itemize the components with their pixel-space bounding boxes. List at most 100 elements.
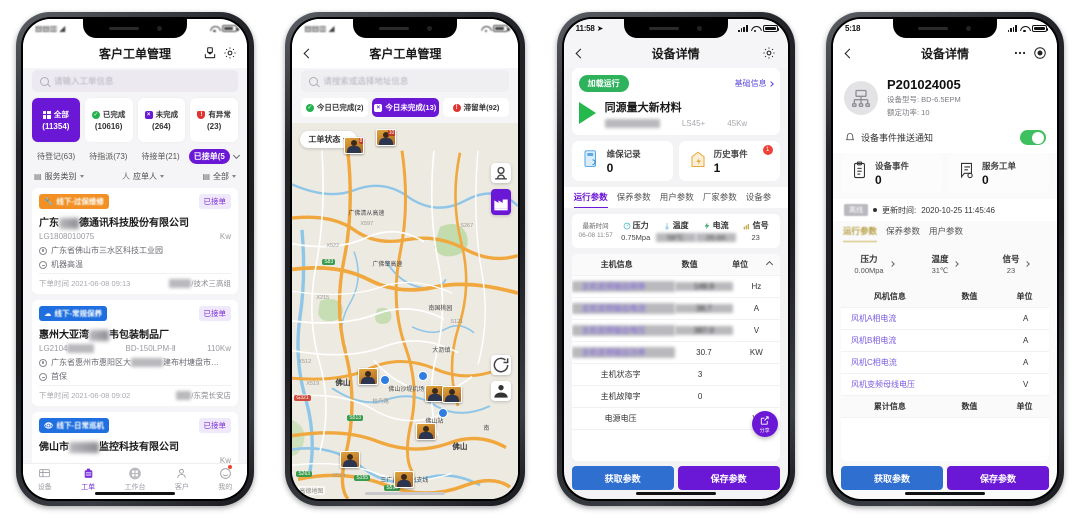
parameter-table[interactable]: 主机信息 数值 单位 主机变频输出频率 148.9 Hz 主机变频输出电流 38…	[571, 254, 780, 461]
work-order-list[interactable]: 🔧 线下-过保维修 已接单 广东伟华德通讯科技股份有限公司 LG18080100…	[23, 188, 247, 463]
push-toggle[interactable]	[1019, 130, 1046, 145]
device-header: P201024005 设备型号: BD-6.5EPM 额定功率: 10	[832, 68, 1057, 125]
table-row[interactable]: 电源电压 V	[571, 408, 780, 430]
tab-user-params[interactable]: 用户参数	[929, 225, 963, 242]
order-icon	[958, 161, 975, 185]
metric-card-signal[interactable]: 信号 23	[982, 248, 1049, 280]
share-fab[interactable]: 分享	[751, 411, 778, 437]
chip-pending-register[interactable]: 待登记(63)	[32, 149, 80, 164]
map-marker[interactable]	[416, 423, 437, 440]
filter-assignee[interactable]: 人 应单人	[122, 171, 164, 182]
filter-all[interactable]: ▤ 全部	[202, 171, 236, 182]
stat-card-completed[interactable]: ✓ 已完成 (10616)	[84, 98, 133, 142]
table-row[interactable]: 主机变频输出电流 38.7 A	[571, 298, 780, 320]
tab-workbench[interactable]: 工作台	[124, 466, 145, 492]
chevron-up-icon[interactable]	[765, 260, 773, 269]
table-row[interactable]: 主机变频输出频率 148.9 Hz	[571, 276, 780, 298]
phone-bezel: ▤▤▥ ◢ 客户工单管理 请输入工单信息 全部 (11354) ✓ 已完成 (1…	[21, 17, 249, 501]
chip-today-incomplete[interactable]: × 今日未完成(13)	[372, 98, 439, 117]
tab-devices[interactable]: 设备	[38, 466, 52, 492]
more-icon[interactable]	[1013, 45, 1028, 62]
map-marker[interactable]	[394, 471, 415, 488]
back-button[interactable]	[302, 48, 336, 58]
search-input[interactable]: 请搜索或选择地址信息	[301, 70, 510, 92]
target-icon[interactable]	[1032, 45, 1047, 62]
road-shield: S513	[347, 415, 364, 421]
parameter-table[interactable]: 风机信息 数值 单位 风机A相电流 A 风机B相电流 A 风机C相电流 A 风机…	[840, 286, 1049, 461]
tab-run-params[interactable]: 运行参数	[573, 191, 608, 208]
work-order-code: LG1808010075	[39, 232, 95, 241]
chip-pending-assign[interactable]: 待指派(73)	[84, 149, 132, 164]
gear-icon[interactable]	[223, 45, 238, 62]
tab-profile[interactable]: 我的	[218, 465, 233, 492]
status-bar-right	[1007, 24, 1049, 33]
filter-service-type[interactable]: ▤ 服务类别	[34, 171, 84, 182]
table-row[interactable]: 风机C相电流 A	[840, 352, 1049, 374]
locate-button[interactable]	[491, 163, 512, 183]
tab-factory-params[interactable]: 厂家参数	[703, 191, 737, 208]
tab-run-params[interactable]: 运行参数	[842, 225, 877, 242]
stat-card-abnormal[interactable]: ! 有异常 (23)	[190, 98, 238, 142]
gear-icon[interactable]	[761, 45, 778, 62]
map-marker[interactable]: 8	[344, 137, 365, 154]
chevron-down-icon[interactable]	[232, 151, 240, 159]
table-row[interactable]: 风机变频母线电压 V	[840, 374, 1049, 396]
search-input[interactable]: 请输入工单信息	[32, 70, 238, 92]
fetch-params-button[interactable]: 获取参数	[840, 466, 943, 490]
tab-device-params[interactable]: 设备参	[746, 191, 772, 208]
map-marker[interactable]	[442, 386, 463, 403]
work-order-card[interactable]: 🔧 线下-过保维修 已接单 广东伟华德通讯科技股份有限公司 LG18080100…	[32, 188, 238, 294]
stat-card-top: ! 有异常	[197, 109, 231, 120]
map-marker[interactable]: 10	[376, 129, 397, 146]
card-label: 维保记录	[606, 148, 641, 159]
table-row[interactable]: 风机A相电流 A	[840, 308, 1049, 330]
tab-user-params[interactable]: 用户参数	[660, 191, 694, 208]
back-button[interactable]	[843, 48, 877, 58]
table-row[interactable]: 主机变频输出功率 30.7 KW	[571, 342, 780, 364]
map-marker[interactable]	[358, 368, 379, 385]
stat-card-incomplete[interactable]: × 未完成 (264)	[137, 98, 186, 142]
company-prefix: 佛山市	[39, 442, 69, 453]
save-params-button[interactable]: 保存参数	[946, 466, 1049, 490]
table-row[interactable]: 风机B相电流 A	[840, 330, 1049, 352]
map-marker[interactable]	[340, 451, 361, 468]
road-shield: S155	[354, 475, 371, 481]
refresh-button[interactable]	[491, 355, 512, 375]
map-canvas[interactable]: 工单状态 广佛清从高速 广佛肇高速 南国桃园 大沥镇 佛山沙堤机场 佛山站 佛山…	[292, 123, 519, 499]
home-indicator	[635, 492, 716, 495]
factory-filter-button[interactable]	[491, 189, 512, 215]
card-maintenance-records[interactable]: 维保记录 0	[571, 141, 673, 181]
tab-customers[interactable]: 客户	[175, 466, 189, 492]
chip-accepted[interactable]: 已接单(5	[188, 149, 230, 164]
tab-maintain-params[interactable]: 保养参数	[886, 225, 920, 242]
card-value: 0	[981, 172, 989, 187]
chip-pending-accept[interactable]: 待接单(21)	[136, 149, 184, 164]
home-indicator	[365, 492, 446, 495]
work-order-model: BD-150LPM-Ⅱ	[125, 344, 176, 353]
export-icon[interactable]	[203, 45, 218, 62]
fetch-params-button[interactable]: 获取参数	[571, 466, 674, 490]
back-button[interactable]	[574, 48, 608, 58]
engineer-filter-button[interactable]	[491, 381, 512, 401]
param-name: 风机变频母线电压	[850, 380, 915, 389]
stat-card-all[interactable]: 全部 (11354)	[32, 98, 80, 142]
chip-stranded[interactable]: ! 滞留单(92)	[442, 98, 510, 117]
card-history-events[interactable]: 历史事件 1 1	[678, 141, 780, 181]
table-row[interactable]: 主机故障字 0	[571, 386, 780, 408]
save-params-button[interactable]: 保存参数	[677, 466, 780, 490]
chip-today-completed[interactable]: ✓ 今日已完成(2)	[301, 98, 368, 117]
card-device-events[interactable]: 设备事件 0	[840, 153, 942, 193]
work-order-card[interactable]: ☁ 线下-常规保养 已接单 惠州大亚湾新华韦包装制品厂 LG2104150805…	[32, 300, 238, 406]
table-row[interactable]: 主机状态字 3	[571, 364, 780, 386]
tab-work-orders[interactable]: 工单	[81, 466, 95, 492]
metric-card-pressure[interactable]: 压力 0.00Mpa	[840, 248, 907, 280]
tab-maintain-params[interactable]: 保养参数	[617, 191, 651, 208]
table-row[interactable]: 主机变频输出电压 387.0 V	[571, 320, 780, 342]
card-service-orders[interactable]: 服务工单 0	[947, 153, 1049, 193]
work-order-card[interactable]: 👁 线下-日常巡机 已接单 佛山市晋巨勤监控科技有限公司 Kw	[32, 412, 238, 463]
basic-info-link[interactable]: 基础信息	[735, 78, 774, 89]
check-circle-icon: ✓	[305, 103, 314, 112]
device-id: P201024005	[886, 77, 961, 92]
metric-card-temperature[interactable]: 温度 31℃	[911, 248, 978, 280]
nav-bar: 客户工单管理	[292, 38, 519, 68]
